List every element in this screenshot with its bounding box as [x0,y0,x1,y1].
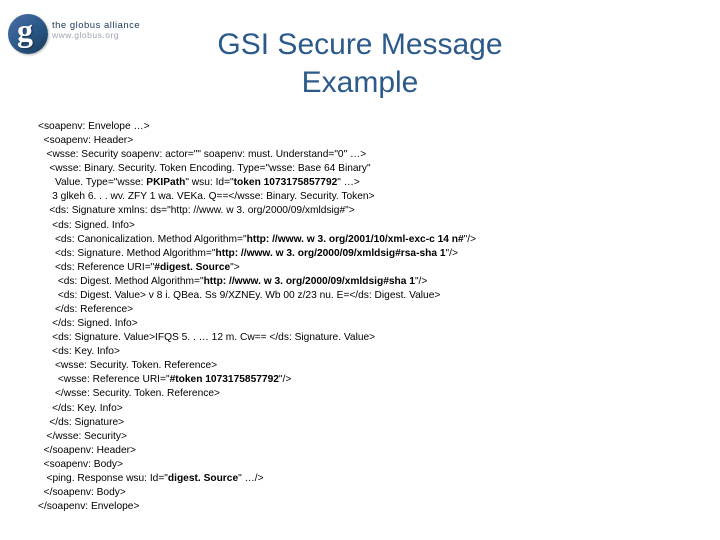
bold: #token 1073175857792 [170,374,279,385]
code-line: <soapenv: Header> [38,135,133,146]
code-line: </ds: Signed. Info> [38,318,138,329]
bold: token 1073175857792 [234,177,338,188]
code-line: </wsse: Security. Token. Reference> [38,388,220,399]
code-line: <ds: Canonicalization. Method Algorithm=… [38,234,476,245]
code-line: <wsse: Binary. Security. Token Encoding.… [38,163,371,174]
code-line: <ds: Reference URI="#digest. Source"> [38,262,240,273]
code-line: <wsse: Reference URI="#token 10731758577… [38,374,291,385]
code-line: </soapenv: Body> [38,487,126,498]
code-line: <ds: Digest. Method Algorithm="http: //w… [38,276,427,287]
code-line: </soapenv: Header> [38,445,136,456]
bold: digest. Source [168,473,238,484]
bold: http: //www. w 3. org/2000/09/xmldsig#sh… [204,276,415,287]
bold: http: //www. w 3. org/2000/09/xmldsig#rs… [215,248,445,259]
code-line: <ds: Key. Info> [38,346,120,357]
code-line: <ds: Signature xmlns: ds="http: //www. w… [38,205,355,216]
code-line: 3 glkeh 6. . . wv. ZFY 1 wa. VEKa. Q==</… [38,191,375,202]
code-line: </ds: Reference> [38,304,133,315]
xml-code-block: <soapenv: Envelope …> <soapenv: Header> … [38,120,700,514]
code-line: <wsse: Security. Token. Reference> [38,360,217,371]
code-line: <soapenv: Envelope …> [38,121,150,132]
code-line: </soapenv: Envelope> [38,501,139,512]
code-line: </ds: Signature> [38,417,124,428]
code-line: <ds: Signed. Info> [38,220,135,231]
bold: PKIPath [146,177,185,188]
code-line: </ds: Key. Info> [38,403,123,414]
code-line: </wsse: Security> [38,431,127,442]
bold: #digest. Source [154,262,230,273]
code-line: <wsse: Security soapenv: actor="" soapen… [38,149,366,160]
bold: http: //www. w 3. org/2001/10/xml-exc-c … [247,234,464,245]
code-line: Value. Type="wsse: PKIPath" wsu: Id="tok… [38,177,360,188]
code-line: <ds: Signature. Method Algorithm="http: … [38,248,458,259]
slide-title: GSI Secure MessageExample [0,26,720,101]
code-line: <ds: Digest. Value> v 8 i. QBea. Ss 9/XZ… [38,290,440,301]
code-line: <soapenv: Body> [38,459,123,470]
code-line: <ping. Response wsu: Id="digest. Source"… [38,473,264,484]
code-line: <ds: Signature. Value>IFQS 5. . … 12 m. … [38,332,375,343]
